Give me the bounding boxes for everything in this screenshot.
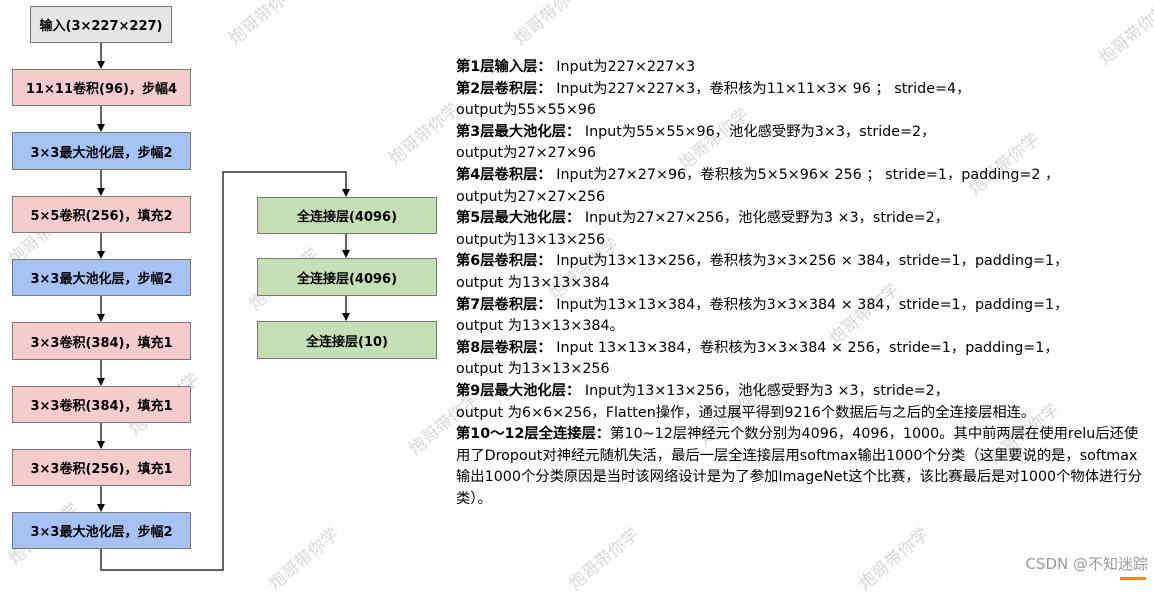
layer-text: output 为13×13×384 bbox=[456, 274, 610, 291]
layer-title: 第1层输入层： bbox=[456, 59, 552, 75]
flow-box-conv1: 11×11卷积(96)，步幅4 bbox=[12, 69, 191, 106]
flow-box-conv5: 3×3卷积(256)，填充1 bbox=[12, 449, 191, 486]
layer-title: 第9层最大池化层： bbox=[456, 382, 581, 399]
layer-text: Input 13×13×384，卷积核为3×3×384 × 256，stride… bbox=[556, 339, 1059, 356]
flow-box-fc2: 全连接层(4096) bbox=[257, 258, 437, 296]
flow-box-pool2: 3×3最大池化层，步幅2 bbox=[12, 259, 191, 296]
layer-text: Input为227×227×3 bbox=[556, 59, 696, 75]
layer-5-desc: 第5层最大池化层： Input为27×27×256，池化感受野为3 ×3，str… bbox=[456, 208, 1148, 251]
layer-text: Input为13×13×256，池化感受野为3 ×3，stride=2， bbox=[584, 382, 950, 399]
layer-text: output为55×55×96 bbox=[456, 102, 596, 119]
layer-2-desc: 第2层卷积层： Input为227×227×3，卷积核为11×11×3× 96 … bbox=[456, 79, 1148, 122]
flow-box-input: 输入(3×227×227) bbox=[30, 6, 172, 43]
layer-9-desc: 第9层最大池化层： Input为13×13×256，池化感受野为3 ×3，str… bbox=[456, 381, 1148, 424]
layer-text: output为13×13×256 bbox=[456, 231, 606, 248]
flow-box-conv2: 5×5卷积(256)，填充2 bbox=[12, 196, 191, 233]
layer-text: output 为13×13×384。 bbox=[456, 318, 624, 335]
flow-box-pool1: 3×3最大池化层，步幅2 bbox=[12, 132, 191, 170]
layer-10-12-desc: 第10～12层全连接层：第10~12层神经元个数分别为4096，4096，100… bbox=[456, 424, 1148, 510]
layer-text: Input为13×13×256，卷积核为3×3×256 × 384，stride… bbox=[556, 253, 1069, 270]
flow-box-pool3: 3×3最大池化层，步幅2 bbox=[12, 512, 191, 549]
layer-text: Input为227×227×3，卷积核为11×11×3× 96 ； stride… bbox=[556, 80, 971, 97]
csdn-logo-icon bbox=[1120, 565, 1146, 580]
layer-title: 第4层卷积层： bbox=[456, 166, 552, 183]
flow-box-fc1: 全连接层(4096) bbox=[257, 197, 437, 234]
flow-box-conv4: 3×3卷积(384)，填充1 bbox=[12, 386, 191, 423]
layer-title: 第5层最大池化层： bbox=[456, 210, 581, 227]
layer-4-desc: 第4层卷积层： Input为27×27×96，卷积核为5×5×96× 256 ；… bbox=[456, 165, 1148, 208]
layer-text: Input为55×55×96，池化感受野为3×3，stride=2， bbox=[584, 123, 936, 140]
layer-text: output为27×27×256 bbox=[456, 188, 606, 205]
layer-descriptions: 第1层输入层： Input为227×227×3 第2层卷积层： Input为22… bbox=[456, 57, 1148, 510]
layer-1-desc: 第1层输入层： Input为227×227×3 bbox=[456, 57, 1148, 79]
layer-title: 第7层卷积层： bbox=[456, 296, 552, 313]
layer-3-desc: 第3层最大池化层： Input为55×55×96，池化感受野为3×3，strid… bbox=[456, 122, 1148, 165]
layer-text: output 为6×6×256，Flatten操作，通过展平得到9216个数据后… bbox=[456, 404, 1036, 421]
layer-title: 第3层最大池化层： bbox=[456, 123, 581, 140]
flow-box-conv3: 3×3卷积(384)，填充1 bbox=[12, 322, 191, 360]
layer-text: output 为13×13×256 bbox=[456, 361, 610, 378]
layer-text: Input为13×13×384，卷积核为3×3×384 × 384，stride… bbox=[556, 296, 1069, 313]
layer-title: 第10～12层全连接层： bbox=[456, 426, 611, 443]
layer-title: 第2层卷积层： bbox=[456, 80, 552, 97]
layer-text: Input为27×27×96，卷积核为5×5×96× 256 ； stride=… bbox=[556, 166, 1060, 183]
layer-text: output为27×27×96 bbox=[456, 145, 596, 162]
layer-8-desc: 第8层卷积层： Input 13×13×384，卷积核为3×3×384 × 25… bbox=[456, 338, 1148, 381]
layer-7-desc: 第7层卷积层： Input为13×13×384，卷积核为3×3×384 × 38… bbox=[456, 295, 1148, 338]
layer-text: Input为27×27×256，池化感受野为3 ×3，stride=2， bbox=[584, 210, 950, 227]
flow-box-fc3: 全连接层(10) bbox=[257, 321, 437, 359]
layer-6-desc: 第6层卷积层： Input为13×13×256，卷积核为3×3×256 × 38… bbox=[456, 251, 1148, 294]
layer-title: 第8层卷积层： bbox=[456, 339, 552, 356]
layer-title: 第6层卷积层： bbox=[456, 253, 552, 270]
